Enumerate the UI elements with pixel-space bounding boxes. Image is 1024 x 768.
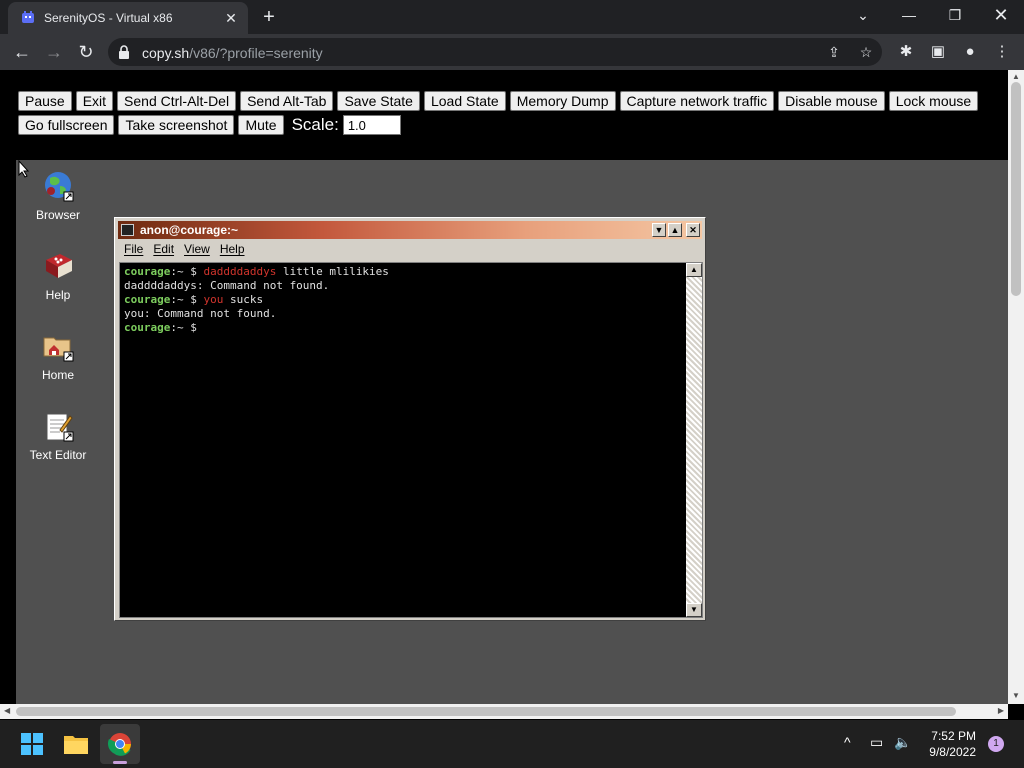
memory-dump-button[interactable]: Memory Dump: [509, 91, 616, 111]
book-icon: [42, 250, 74, 282]
serenity-favicon-icon: [22, 11, 34, 23]
volume-icon[interactable]: 🔈: [894, 734, 911, 751]
bookmark-star-icon[interactable]: ☆: [858, 44, 874, 60]
profile-icon[interactable]: ●: [960, 42, 980, 62]
scroll-down-arrow-icon[interactable]: ▼: [1012, 691, 1020, 700]
back-button[interactable]: ←: [10, 40, 34, 64]
extensions-icon[interactable]: ✱: [896, 42, 916, 62]
desktop-icon-label: Text Editor: [29, 448, 87, 462]
take-screenshot-button[interactable]: Take screenshot: [118, 115, 235, 135]
scroll-up-arrow-icon[interactable]: ▲: [1012, 72, 1020, 81]
network-icon[interactable]: ▭: [870, 734, 883, 751]
reload-button[interactable]: ↻: [74, 40, 98, 64]
close-window-button[interactable]: ✕: [978, 0, 1024, 32]
maximize-button[interactable]: ▲: [668, 223, 682, 237]
page-horizontal-scrollbar[interactable]: ◀ ▶: [0, 704, 1008, 719]
terminal-titlebar[interactable]: anon@courage:~ ▼ ▲ ✕: [118, 221, 702, 239]
menu-icon[interactable]: ⋮: [992, 42, 1012, 62]
send-ctrl-alt-del-button[interactable]: Send Ctrl-Alt-Del: [117, 91, 237, 111]
file-explorer-icon[interactable]: [56, 724, 96, 764]
terminal-title: anon@courage:~: [140, 223, 239, 237]
lock-icon: [119, 45, 129, 59]
url-host: copy.sh: [142, 45, 190, 61]
scroll-left-arrow-icon[interactable]: ◀: [4, 706, 10, 715]
desktop-icon-text-editor[interactable]: Text Editor: [18, 410, 98, 462]
chrome-icon[interactable]: [100, 724, 140, 764]
terminal-line: daddddaddys: Command not found.: [124, 279, 330, 292]
share-icon[interactable]: ⇪: [826, 44, 842, 60]
address-bar[interactable]: copy.sh/v86/?profile=serenity ⇪ ☆: [108, 38, 882, 66]
browser-tab-strip: SerenityOS - Virtual x86 ✕ + ⌄ — ❐ ✕: [0, 0, 1024, 34]
pause-button[interactable]: Pause: [18, 91, 72, 111]
tab-title: SerenityOS - Virtual x86: [44, 11, 173, 25]
emulator-screen[interactable]: Browser Help Home Text Editor anon@coura…: [16, 160, 1008, 704]
side-panel-icon[interactable]: ▣: [928, 42, 948, 62]
load-state-button[interactable]: Load State: [423, 91, 506, 111]
system-clock[interactable]: 7:52 PM 9/8/2022: [929, 728, 976, 760]
globe-icon: [42, 170, 74, 202]
url-text: copy.sh/v86/?profile=serenity: [142, 45, 323, 61]
terminal-line: you: Command not found.: [124, 307, 277, 320]
terminal-line: courage:~ $: [124, 321, 204, 334]
minimize-button[interactable]: —: [886, 0, 932, 32]
menu-file[interactable]: File: [124, 242, 143, 256]
send-alt-tab-button[interactable]: Send Alt-Tab: [240, 91, 334, 111]
terminal-line: courage:~ $ you sucks: [124, 293, 264, 306]
clock-date: 9/8/2022: [929, 745, 976, 759]
desktop-icon-label: Help: [45, 288, 71, 302]
show-hidden-icons-chevron-icon[interactable]: ^: [844, 734, 851, 750]
menu-view[interactable]: View: [184, 242, 210, 256]
menu-edit[interactable]: Edit: [153, 242, 174, 256]
terminal-text: courage:~ $ daddddaddys little mlilikies…: [124, 265, 684, 335]
terminal-window[interactable]: anon@courage:~ ▼ ▲ ✕ File Edit View Help co…: [114, 217, 706, 621]
mute-button[interactable]: Mute: [238, 115, 284, 135]
scale-input[interactable]: [342, 115, 401, 135]
desktop-icon-browser[interactable]: Browser: [18, 170, 98, 222]
menu-help[interactable]: Help: [220, 242, 245, 256]
horizontal-scroll-thumb[interactable]: [16, 707, 956, 716]
lock-mouse-button[interactable]: Lock mouse: [888, 91, 979, 111]
emulator-controls-row-2: Go fullscreen Take screenshot Mute Scale:: [18, 115, 401, 135]
desktop-icon-label: Browser: [35, 208, 80, 222]
desktop-icon-home[interactable]: Home: [18, 330, 98, 382]
tab-search-icon[interactable]: ⌄: [840, 0, 886, 32]
terminal-output[interactable]: courage:~ $ daddddaddys little mlilikies…: [119, 262, 703, 618]
taskbar: ^ ▭ 🔈 7:52 PM 9/8/2022 1: [0, 720, 1024, 768]
url-path: /v86/?profile=serenity: [189, 45, 323, 61]
terminal-line: courage:~ $ daddddaddys little mlilikies: [124, 265, 389, 278]
terminal-icon: [121, 224, 134, 236]
vertical-scroll-thumb[interactable]: [1011, 82, 1021, 296]
capture-network-traffic-button[interactable]: Capture network traffic: [619, 91, 775, 111]
notepad-icon: [42, 410, 74, 442]
scale-label: Scale:: [291, 115, 339, 134]
exit-button[interactable]: Exit: [75, 91, 114, 111]
new-tab-button[interactable]: +: [258, 6, 280, 28]
tab-close-icon[interactable]: ✕: [222, 9, 240, 27]
scroll-down-button[interactable]: ▼: [686, 603, 702, 617]
terminal-menubar: File Edit View Help: [118, 242, 702, 260]
mouse-cursor-icon: [18, 160, 30, 178]
terminal-close-button[interactable]: ✕: [686, 223, 700, 237]
folder-icon: [42, 330, 74, 362]
notification-badge[interactable]: 1: [988, 736, 1004, 752]
terminal-scrollbar[interactable]: ▲ ▼: [686, 263, 702, 617]
disable-mouse-button[interactable]: Disable mouse: [778, 91, 885, 111]
windows-start-icon[interactable]: [12, 724, 52, 764]
restore-button[interactable]: ❐: [932, 0, 978, 32]
desktop-icon-help[interactable]: Help: [18, 250, 98, 302]
desktop-icon-label: Home: [41, 368, 74, 382]
browser-tab[interactable]: SerenityOS - Virtual x86 ✕: [8, 2, 248, 34]
forward-button[interactable]: →: [42, 40, 66, 64]
browser-toolbar: ← → ↻ copy.sh/v86/?profile=serenity ⇪ ☆ …: [0, 34, 1024, 70]
window-menu-button[interactable]: ▼: [652, 223, 666, 237]
emulator-controls-row-1: Pause Exit Send Ctrl-Alt-Del Send Alt-Tab Sa…: [18, 91, 982, 111]
page-content: Pause Exit Send Ctrl-Alt-Del Send Alt-Tab Sa…: [0, 70, 1008, 704]
go-fullscreen-button[interactable]: Go fullscreen: [18, 115, 115, 135]
page-vertical-scrollbar[interactable]: ▲ ▼: [1008, 70, 1024, 704]
clock-time: 7:52 PM: [931, 729, 976, 743]
scroll-right-arrow-icon[interactable]: ▶: [998, 706, 1004, 715]
scroll-up-button[interactable]: ▲: [686, 263, 702, 277]
save-state-button[interactable]: Save State: [337, 91, 420, 111]
